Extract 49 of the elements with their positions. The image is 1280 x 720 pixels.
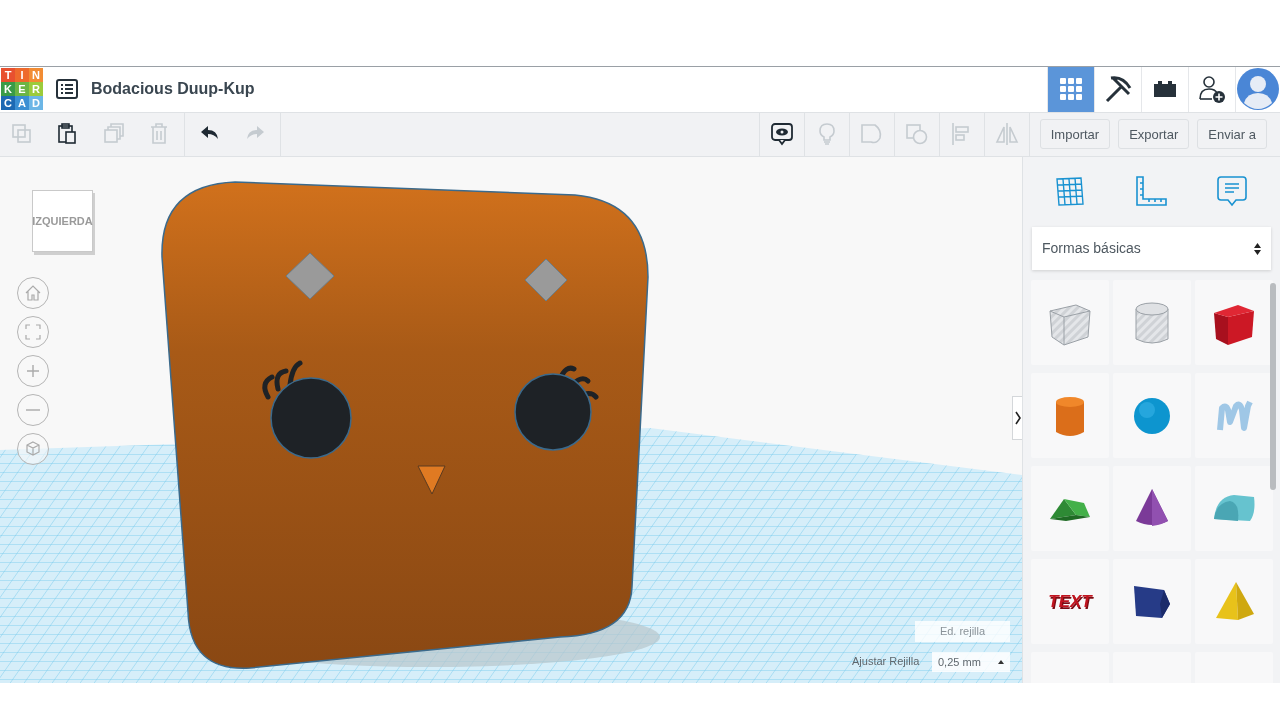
- fit-view-icon: [22, 321, 44, 343]
- snap-grid-value: 0,25 mm: [938, 654, 981, 670]
- shape-card[interactable]: [1113, 466, 1191, 551]
- menu-icon[interactable]: [56, 79, 78, 100]
- logo-letter: N: [29, 68, 43, 83]
- pickaxe-icon: [1103, 74, 1133, 105]
- grid-icon: [1059, 77, 1083, 102]
- shape-card[interactable]: TEXT: [1031, 559, 1109, 644]
- logo-letter: A: [15, 96, 29, 111]
- avatar-icon: [1237, 68, 1279, 111]
- snap-grid-select[interactable]: 0,25 mm: [932, 652, 1010, 672]
- text-shape-label: TEXT: [1048, 590, 1092, 613]
- snap-grid-label: Ajustar Rejilla: [852, 654, 920, 669]
- toolbar-button[interactable]: Enviar a: [1197, 119, 1267, 150]
- select-value: Formas básicas: [1042, 239, 1141, 258]
- home-view-button[interactable]: [17, 277, 49, 309]
- ortho-view-button[interactable]: [17, 433, 49, 465]
- chevron-right-icon: [1014, 411, 1021, 425]
- add-user-icon: [1197, 74, 1227, 105]
- logo-letter: T: [1, 68, 15, 83]
- eye-bubble-icon: [769, 122, 794, 147]
- logo-letter: I: [15, 68, 29, 83]
- logo-letter: K: [1, 82, 15, 97]
- logo-letter: D: [29, 96, 43, 111]
- logo-letter: R: [29, 82, 43, 97]
- caret-up-icon: [998, 660, 1004, 664]
- fit-view-button[interactable]: [17, 316, 49, 348]
- ruler-icon: [1134, 175, 1169, 209]
- logo-letter: E: [15, 82, 29, 97]
- tinkercad-logo[interactable]: T I N K E R C A D: [1, 68, 43, 111]
- zoom-in-view-button[interactable]: [17, 355, 49, 387]
- shape-card[interactable]: [1195, 280, 1273, 365]
- toolbar-button[interactable]: Exportar: [1118, 119, 1190, 150]
- mirror-icon: [994, 122, 1019, 147]
- account-button[interactable]: [1235, 67, 1280, 112]
- square-circle-icon: [904, 122, 929, 147]
- project-title[interactable]: Bodacious Duup-Kup: [91, 77, 255, 102]
- zoom-out-view-button[interactable]: [17, 394, 49, 426]
- logo-letter: C: [1, 96, 15, 111]
- scrollbar[interactable]: [1270, 283, 1276, 490]
- collapse-panel-handle[interactable]: [1012, 396, 1022, 440]
- toolbar-button[interactable]: Importar: [1039, 119, 1111, 150]
- character-drawing[interactable]: [161, 181, 660, 669]
- view-cube-label: IZQUIERDA: [32, 213, 93, 229]
- shape-category-select[interactable]: Formas básicas: [1032, 227, 1271, 270]
- minus-icon: [26, 409, 40, 411]
- brick-icon: [1152, 79, 1178, 100]
- shape-card[interactable]: [1113, 559, 1191, 644]
- updown-caret-icon: [1254, 241, 1261, 256]
